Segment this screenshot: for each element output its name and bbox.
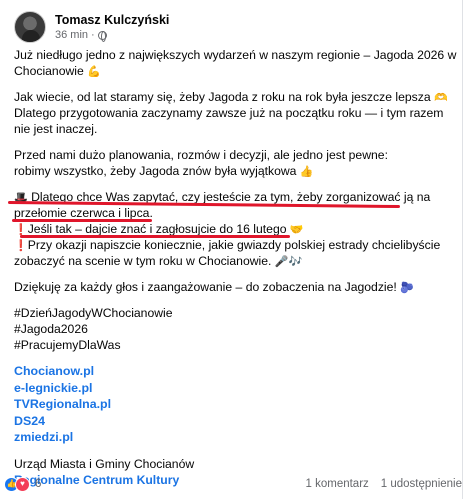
- exclamation-icon: ❗: [14, 240, 28, 252]
- paragraph-4: 🎩 Dlatego chce Was zapytać, czy jesteści…: [7, 189, 452, 269]
- microphone-icon: 🎤🎶: [274, 256, 303, 268]
- text-line: Przed nami dużo planowania, rozmów i dec…: [14, 148, 388, 162]
- author-name[interactable]: Tomasz Kulczyński: [55, 12, 169, 28]
- text-line: zobaczyć na scenie w tym roku w Chociano…: [14, 253, 452, 269]
- post-header: Tomasz Kulczyński 36 min ·: [14, 10, 169, 44]
- comments-count[interactable]: 1 komentarz: [306, 476, 369, 492]
- hashtag[interactable]: #Jagoda2026: [14, 321, 452, 337]
- shares-count[interactable]: 1 udostępnienie: [381, 476, 462, 492]
- post-stats: 👍 ♥ 6 1 komentarz 1 udostępnienie: [4, 474, 462, 494]
- hashtags: #DzieńJagodyWChocianowie #Jagoda2026 #Pr…: [14, 305, 452, 353]
- card-border: [462, 0, 463, 499]
- links-list: Chocianow.pl e-legnickie.pl TVRegionalna…: [14, 363, 452, 446]
- link-e-legnickie[interactable]: e-legnickie.pl: [14, 380, 452, 397]
- paragraph-3: Przed nami dużo planowania, rozmów i dec…: [14, 147, 452, 179]
- underline-mark: [12, 219, 152, 222]
- text-line: nie jest inaczej.: [14, 122, 98, 136]
- underline-mark: [20, 235, 290, 238]
- handshake-icon: 🤝: [289, 224, 304, 236]
- avatar[interactable]: [14, 11, 46, 43]
- post-body: Już niedługo jedno z największych wydarz…: [7, 47, 457, 488]
- post-meta: 36 min ·: [55, 28, 169, 42]
- text-fragment: robimy wszystko, żeby Jagoda znów była w…: [14, 164, 297, 178]
- paragraph-5: Dziękuję za każdy głos i zaangażowanie –…: [14, 279, 452, 295]
- hashtag[interactable]: #DzieńJagodyWChocianowie: [14, 305, 452, 321]
- heart-hands-icon: 🫶: [434, 92, 448, 104]
- thumbs-up-icon: 👍: [299, 166, 314, 178]
- post-card: Tomasz Kulczyński 36 min · Już niedługo …: [0, 0, 467, 499]
- stats-right: 1 komentarz 1 udostępnienie: [306, 476, 463, 492]
- blueberries-icon: 🫐: [400, 282, 414, 294]
- flexed-biceps-icon: 💪: [87, 66, 101, 78]
- paragraph-2: Jak wiecie, od lat staramy się, żeby Jag…: [14, 89, 452, 137]
- link-chocianow[interactable]: Chocianow.pl: [14, 363, 452, 380]
- text-fragment: Jeśli tak – dajcie znać i zagłosujcie do…: [27, 222, 287, 236]
- meta-separator: ·: [91, 29, 95, 41]
- text-line: ❗Przy okazji napiszcie koniecznie, jakie…: [14, 237, 452, 253]
- love-reaction-icon: ♥: [15, 476, 30, 492]
- globe-icon: [97, 30, 107, 42]
- text-fragment: Jak wiecie, od lat staramy się, żeby Jag…: [14, 90, 431, 104]
- paragraph-1: Już niedługo jedno z największych wydarz…: [14, 47, 457, 79]
- text-fragment: Dziękuję za każdy głos i zaangażowanie –…: [14, 280, 397, 294]
- header-info: Tomasz Kulczyński 36 min ·: [55, 12, 169, 42]
- text-fragment: zobaczyć na scenie w tym roku w Chociano…: [14, 254, 272, 268]
- link-tvregionalna[interactable]: TVRegionalna.pl: [14, 396, 452, 413]
- reactions-summary[interactable]: 👍 ♥ 6: [4, 476, 41, 492]
- signature-line: Urząd Miasta i Gminy Chocianów: [14, 456, 195, 471]
- link-ds24[interactable]: DS24: [14, 413, 452, 430]
- link-zmiedzi[interactable]: zmiedzi.pl: [14, 429, 452, 446]
- reaction-count: 6: [35, 478, 42, 490]
- text-line: Jak wiecie, od lat staramy się, żeby Jag…: [14, 89, 452, 105]
- text-fragment: Przy okazji napiszcie koniecznie, jakie …: [27, 238, 441, 252]
- text-line: Już niedługo jedno z największych wydarz…: [14, 48, 457, 62]
- hashtag[interactable]: #PracujemyDlaWas: [14, 337, 452, 353]
- post-time[interactable]: 36 min: [55, 28, 88, 42]
- text-line: Chocianowie 💪: [14, 63, 452, 79]
- text-line: Dlatego przygotowania zaczynamy zawsze j…: [14, 106, 444, 120]
- text-line: robimy wszystko, żeby Jagoda znów była w…: [14, 163, 452, 179]
- text-line: Dziękuję za każdy głos i zaangażowanie –…: [14, 279, 452, 295]
- text-fragment: Chocianowie: [14, 64, 84, 78]
